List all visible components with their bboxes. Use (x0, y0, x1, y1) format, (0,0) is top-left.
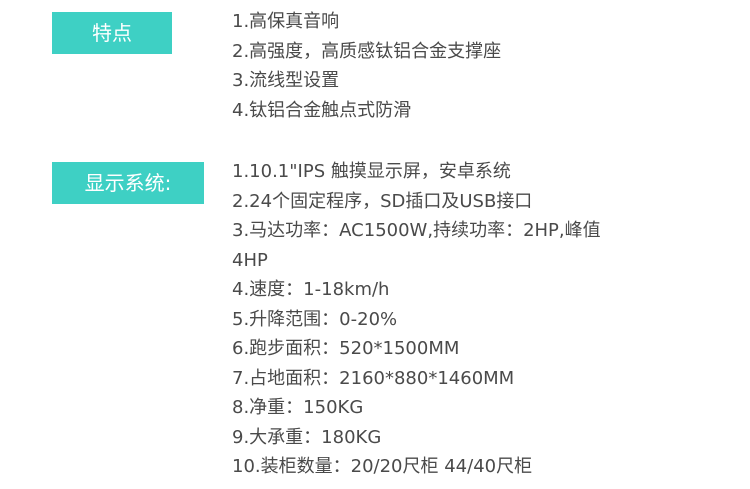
features-list: 1.高保真音响 2.高强度，高质感钛铝合金支撑座 3.流线型设置 4.钛铝合金触… (232, 7, 501, 125)
list-item: 5.升降范围：0-20% (232, 308, 398, 330)
list-item: 3.马达功率：AC1500W,持续功率：2HP,峰值 (232, 220, 601, 241)
features-tag: 特点 (52, 12, 172, 54)
list-item: 4HP (232, 249, 268, 271)
display-system-list: 1.10.1"IPS 触摸显示屏，安卓系统 2.24个固定程序，SD插口及USB… (232, 157, 601, 482)
list-item: 8.净重：150KG (232, 397, 364, 418)
list-item: 6.跑步面积：520*1500MM (232, 338, 460, 359)
list-item: 4.钛铝合金触点式防滑 (232, 99, 412, 121)
list-item: 2.高强度，高质感钛铝合金支撑座 (232, 40, 502, 62)
display-system-tag: 显示系统: (52, 162, 204, 204)
list-item: 1.10.1"IPS 触摸显示屏，安卓系统 (232, 161, 511, 182)
list-item: 1.高保真音响 (232, 11, 340, 32)
list-item: 7.占地面积：2160*880*1460MM (232, 367, 515, 389)
list-item: 4.速度：1-18km/h (232, 279, 390, 300)
list-item: 3.流线型设置 (232, 70, 340, 91)
list-item: 2.24个固定程序，SD插口及USB接口 (232, 190, 533, 212)
list-item: 10.装柜数量：20/20尺柜 44/40尺柜 (232, 456, 533, 477)
list-item: 9.大承重：180KG (232, 426, 382, 448)
